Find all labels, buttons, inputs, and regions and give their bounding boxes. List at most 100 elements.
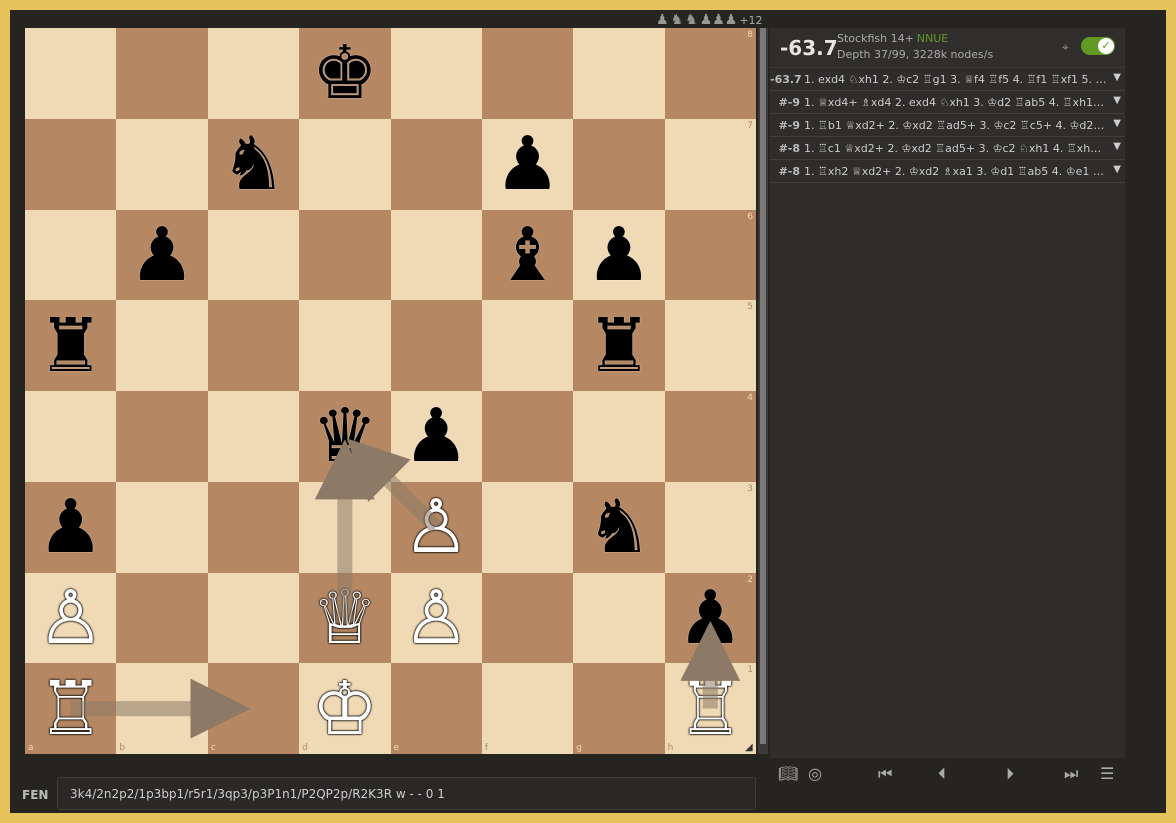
black-knight[interactable]: ♞ (573, 482, 664, 573)
white-rook[interactable]: ♖ (25, 663, 116, 754)
square-f1[interactable]: f (481, 663, 574, 754)
black-bishop[interactable]: ♝ (482, 210, 573, 301)
next-move-icon[interactable]: ⏵ (1006, 764, 1014, 784)
scrollbar[interactable] (758, 28, 768, 754)
white-king[interactable]: ♔ (299, 663, 390, 754)
square-c2[interactable] (207, 572, 300, 664)
square-h1[interactable]: 1 h ♖ (664, 663, 756, 754)
square-a5[interactable]: ♜ (25, 300, 117, 391)
square-a1[interactable]: a ♖ (25, 663, 117, 754)
square-e8[interactable] (390, 28, 482, 119)
square-a8[interactable] (25, 28, 117, 119)
white-pawn[interactable]: ♙ (391, 573, 482, 664)
scrollbar-thumb[interactable] (760, 28, 766, 744)
square-b1[interactable]: b (116, 663, 208, 754)
square-h3[interactable]: 3 (664, 481, 756, 573)
square-g5[interactable]: ♜ (573, 300, 665, 391)
square-d6[interactable] (299, 209, 391, 301)
expand-icon[interactable]: ▼ (1113, 118, 1121, 129)
square-g7[interactable] (573, 118, 665, 210)
square-e6[interactable] (390, 209, 482, 301)
book-icon[interactable]: 📖︎ (778, 764, 798, 783)
square-h4[interactable]: 4 (664, 391, 756, 482)
black-pawn[interactable]: ♟ (665, 573, 756, 664)
white-pawn[interactable]: ♙ (391, 482, 482, 573)
target-icon[interactable]: ◎ (808, 764, 822, 783)
expand-icon[interactable]: ▼ (1113, 141, 1121, 152)
square-b6[interactable]: ♟ (116, 209, 208, 301)
square-e3[interactable]: ♙ (390, 481, 482, 573)
square-d2[interactable]: ♕ (299, 572, 391, 664)
square-c5[interactable] (207, 300, 300, 391)
white-queen[interactable]: ♕ (299, 573, 390, 664)
square-c1[interactable]: c (207, 663, 300, 754)
black-pawn[interactable]: ♟ (391, 391, 482, 482)
square-a4[interactable] (25, 391, 117, 482)
square-b8[interactable] (116, 28, 208, 119)
square-e1[interactable]: e (390, 663, 482, 754)
square-e4[interactable]: ♟ (390, 391, 482, 482)
square-a3[interactable]: ♟ (25, 481, 117, 573)
square-e5[interactable] (390, 300, 482, 391)
black-pawn[interactable]: ♟ (25, 482, 116, 573)
black-rook[interactable]: ♜ (25, 300, 116, 391)
chess-board[interactable]: ♚ 8 ♞ ♟ 7 ♟ ♝ ♟ 6 ♜ ♜ 5 ♛ ♟ 4 ♟ ♙ ♞ 3 ♙ ♕ ♙ 2 ♟ a ♖ b c d ♔ e f g 1 h ♖ (25, 28, 756, 754)
square-h8[interactable]: 8 (664, 28, 756, 119)
black-rook[interactable]: ♜ (573, 300, 664, 391)
square-b7[interactable] (116, 118, 208, 210)
square-a2[interactable]: ♙ (25, 572, 117, 664)
square-d1[interactable]: d ♔ (299, 663, 391, 754)
black-pawn[interactable]: ♟ (573, 210, 664, 301)
square-h6[interactable]: 6 (664, 209, 756, 301)
square-h7[interactable]: 7 (664, 118, 756, 210)
last-move-icon[interactable]: ⏭ (1064, 764, 1078, 784)
square-f3[interactable] (481, 481, 574, 573)
square-g6[interactable]: ♟ (573, 209, 665, 301)
square-g8[interactable] (573, 28, 665, 119)
square-d7[interactable] (299, 118, 391, 210)
square-h2[interactable]: 2 ♟ (664, 572, 756, 664)
square-f5[interactable] (481, 300, 574, 391)
square-d5[interactable] (299, 300, 391, 391)
menu-icon[interactable]: ☰ (1100, 764, 1114, 783)
pv-line[interactable]: -63.7 1. exd4 ♘xh1 2. ♔c2 ♖g1 3. ♕f4 ♖f5 … (770, 68, 1125, 91)
white-pawn[interactable]: ♙ (25, 573, 116, 664)
square-f2[interactable] (481, 572, 574, 664)
engine-toggle[interactable]: ✓ (1081, 37, 1115, 55)
square-c8[interactable] (207, 28, 300, 119)
first-move-icon[interactable]: ⏮ (878, 764, 892, 784)
expand-icon[interactable]: ▼ (1113, 72, 1121, 83)
square-e7[interactable] (390, 118, 482, 210)
pv-line[interactable]: #-9 1. ♖b1 ♕xd2+ 2. ♔xd2 ♖ad5+ 3. ♔c2 ♖c5… (770, 114, 1125, 137)
square-b3[interactable] (116, 481, 208, 573)
square-b4[interactable] (116, 391, 208, 482)
fen-input[interactable]: 3k4/2n2p2/1p3bp1/r5r1/3qp3/p3P1n1/P2QP2p… (57, 777, 756, 810)
square-g3[interactable]: ♞ (573, 481, 665, 573)
square-f7[interactable]: ♟ (481, 118, 574, 210)
square-b2[interactable] (116, 572, 208, 664)
pv-moves[interactable]: 1. exd4 ♘xh1 2. ♔c2 ♖g1 3. ♕f4 ♖f5 4. ♖f… (804, 73, 1125, 86)
square-f4[interactable] (481, 391, 574, 482)
square-d3[interactable] (299, 481, 391, 573)
square-b5[interactable] (116, 300, 208, 391)
square-d4[interactable]: ♛ (299, 391, 391, 482)
black-queen[interactable]: ♛ (299, 391, 390, 482)
square-g4[interactable] (573, 391, 665, 482)
black-knight[interactable]: ♞ (208, 119, 299, 210)
square-d8[interactable]: ♚ (299, 28, 391, 119)
black-pawn[interactable]: ♟ (116, 210, 207, 301)
pv-line[interactable]: #-9 1. ♕xd4+ ♗xd4 2. exd4 ♘xh1 3. ♔d2 ♖ab… (770, 91, 1125, 114)
square-c3[interactable] (207, 481, 300, 573)
black-pawn[interactable]: ♟ (482, 119, 573, 210)
square-h5[interactable]: 5 (664, 300, 756, 391)
square-a7[interactable] (25, 118, 117, 210)
square-c6[interactable] (207, 209, 300, 301)
threat-icon[interactable]: ⌖ (1062, 40, 1069, 55)
square-f8[interactable] (481, 28, 574, 119)
square-a6[interactable] (25, 209, 117, 301)
square-c4[interactable] (207, 391, 300, 482)
square-e2[interactable]: ♙ (390, 572, 482, 664)
prev-move-icon[interactable]: ⏴ (938, 764, 946, 784)
pv-line[interactable]: #-8 1. ♖xh2 ♕xd2+ 2. ♔xd2 ♗xa1 3. ♔d1 ♖ab… (770, 160, 1125, 183)
expand-icon[interactable]: ▼ (1113, 95, 1121, 106)
